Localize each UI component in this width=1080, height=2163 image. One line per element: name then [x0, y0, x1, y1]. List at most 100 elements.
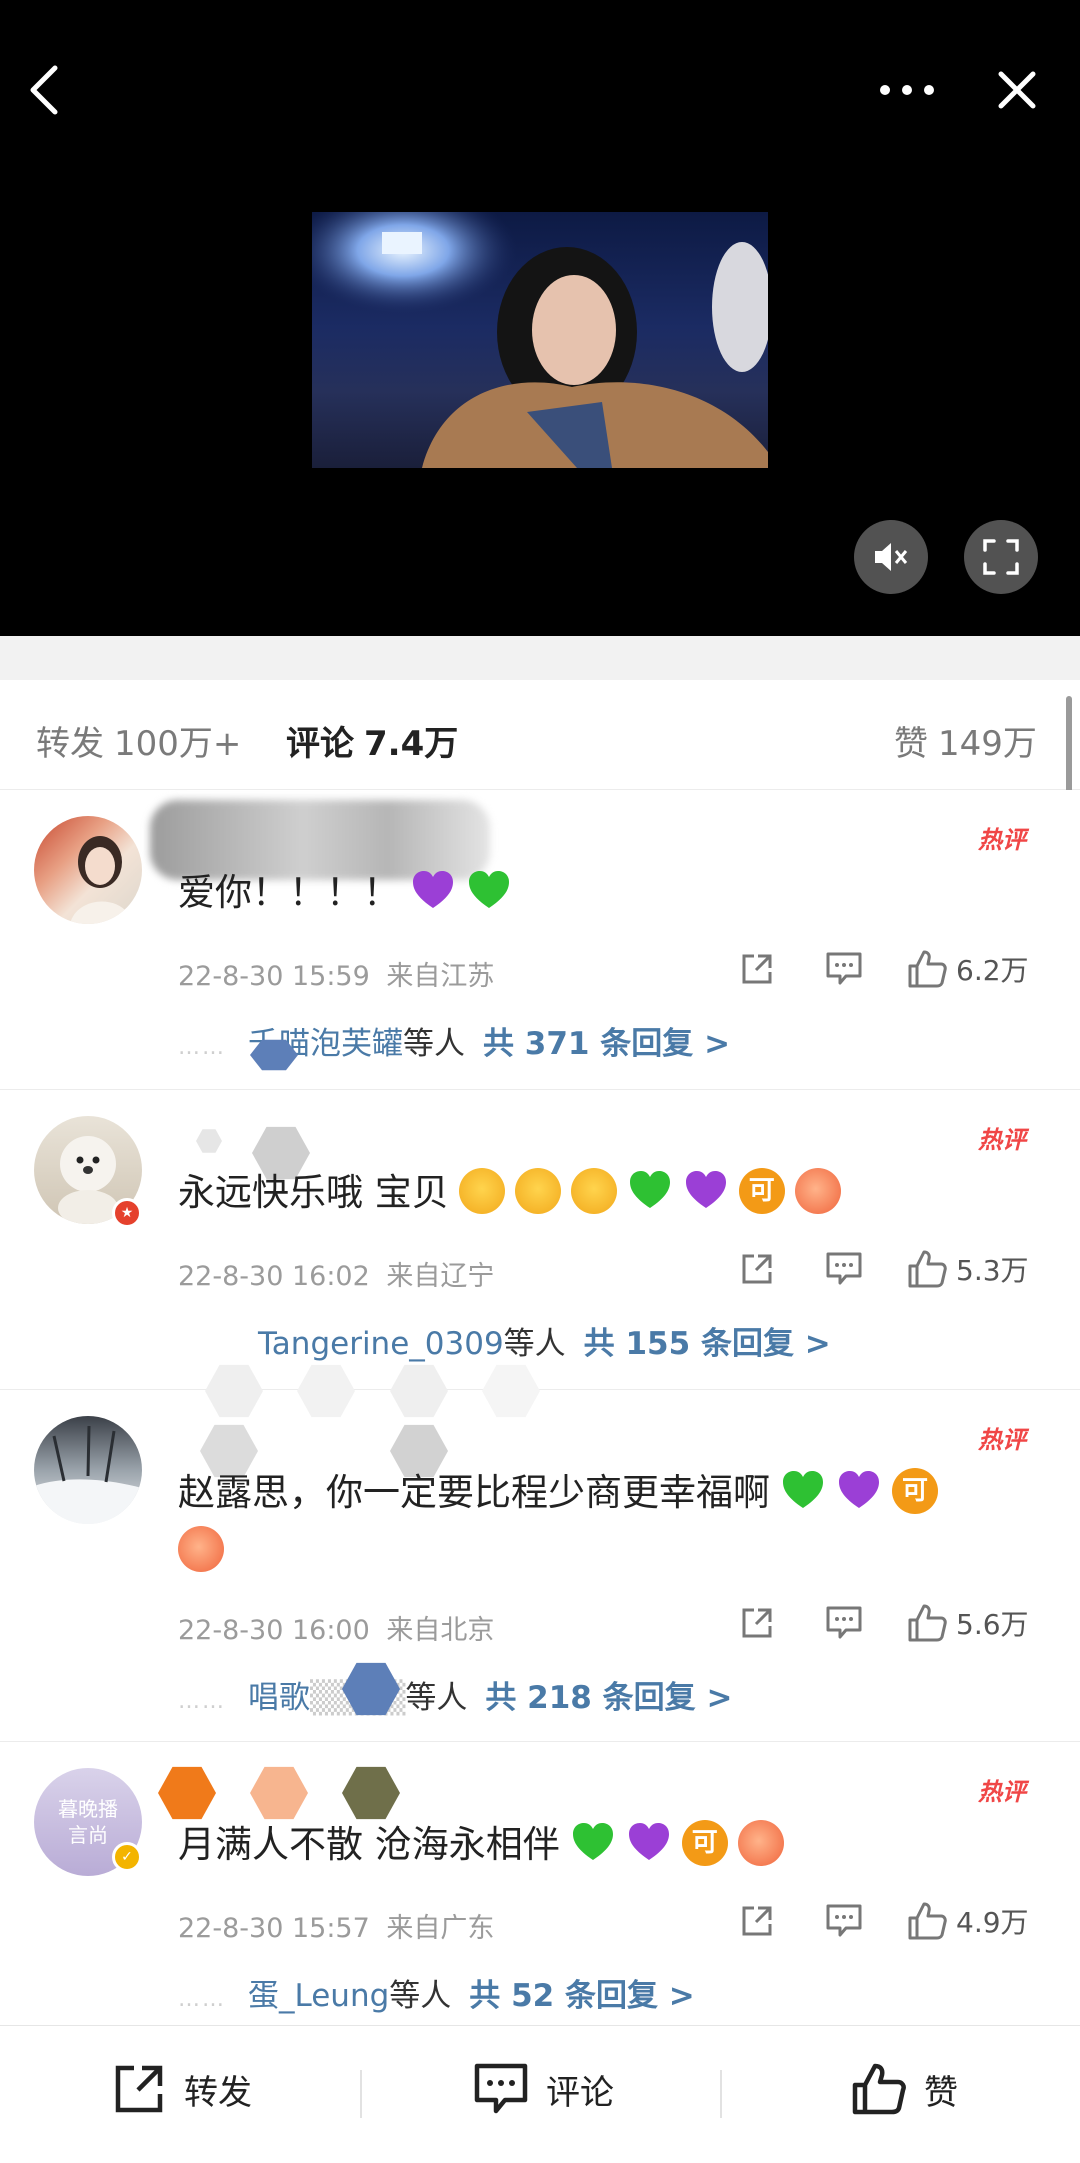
comment-item: 热评 爱你！！！！ 22-8-30 15:59 来自江苏 6.2万 …… 千喵泡芙…: [0, 790, 1080, 1090]
avatar[interactable]: [34, 1416, 142, 1524]
purple-heart-emoji: [628, 1822, 669, 1860]
like-button[interactable]: 5.3万: [906, 1248, 1029, 1290]
avatar-text: 暮晚播 言尚: [58, 1797, 118, 1847]
green-heart-emoji: [783, 1470, 823, 1508]
comment-text-body: 爱你！！！！: [178, 871, 400, 914]
share-icon: [115, 2065, 163, 2113]
like-button[interactable]: 4.9万: [906, 1900, 1029, 1942]
mute-icon: [875, 543, 908, 571]
comment-text-body: 永远快乐哦 宝贝: [178, 1171, 449, 1214]
share-icon: [742, 954, 772, 984]
comment-item: 暮晚播 言尚 ✓ 热评 月满人不散 沧海永相伴 可 22-8-30 15:57 来…: [0, 1742, 1080, 2025]
more-button[interactable]: [872, 55, 942, 125]
reply-summary[interactable]: Tangerine_0309等人共 155 条回复 >: [258, 1318, 831, 1363]
purple-heart-emoji: [685, 1170, 726, 1208]
reply-button[interactable]: [824, 1604, 864, 1642]
comment-text-body: 月满人不散 沧海永相伴: [178, 1823, 560, 1866]
user-badge: ★: [112, 1198, 142, 1228]
thumbs-up-icon: [852, 2063, 906, 2115]
repost-button[interactable]: 转发: [110, 2060, 252, 2118]
divider: [360, 2070, 362, 2118]
fullscreen-icon: [983, 539, 1019, 575]
reply-mid: 等人: [405, 1680, 468, 1716]
reply-user: Tangerine_0309: [258, 1326, 504, 1362]
close-button[interactable]: [982, 55, 1052, 125]
comment-button[interactable]: 评论: [472, 2060, 614, 2118]
like-count: 4.9万: [956, 1906, 1029, 1939]
share-button[interactable]: [738, 1250, 776, 1288]
comment-text-body: 赵露思，你一定要比程少商更幸福啊: [178, 1471, 770, 1514]
peach-emoji: [178, 1525, 224, 1572]
comment-item: ★ 热评 永远快乐哦 宝贝 可 22-8-30 16:02 来自辽宁 5.3万 T…: [0, 1090, 1080, 1390]
mosaic-redaction: [342, 1766, 400, 1820]
reply-total: 共 52 条回复 >: [469, 1978, 695, 2014]
reply-mid: 等人: [503, 1326, 566, 1362]
comment-item: 热评 赵露思，你一定要比程少商更幸福啊可 22-8-30 16:00 来自北京 …: [0, 1390, 1080, 1742]
purple-heart-emoji: [839, 1470, 879, 1508]
like-button[interactable]: 赞: [850, 2060, 958, 2118]
hot-comment-tag: 热评: [978, 826, 1026, 854]
comment-text: 永远快乐哦 宝贝 可: [178, 1164, 1038, 1222]
verified-badge: ✓: [112, 1842, 142, 1872]
purple-heart-emoji: [413, 870, 453, 908]
comment-text: 月满人不散 沧海永相伴 可: [178, 1816, 1038, 1874]
stats-tabs: 转发 100万+ 评论 7.4万 赞 149万: [0, 680, 1080, 790]
tab-repost-label: 转发: [36, 724, 104, 764]
avatar-image: [70, 836, 134, 924]
reply-button[interactable]: [824, 950, 864, 988]
comment-text: 爱你！！！！: [178, 864, 1038, 922]
avatar-image: [34, 1425, 142, 1524]
mosaic-redaction: [196, 1129, 222, 1153]
thumbs-up-icon: [908, 950, 947, 988]
comment-text: 赵露思，你一定要比程少商更幸福啊 可: [178, 1464, 1038, 1580]
reply-button[interactable]: [824, 1250, 864, 1288]
bottom-action-bar: 转发 评论 赞: [0, 2025, 1080, 2163]
comment-time: 22-8-30 16:02: [178, 1261, 370, 1292]
reply-summary[interactable]: ……唱歌▒▒▒▒等人共 218 条回复 >: [178, 1672, 732, 1717]
like-button[interactable]: 6.2万: [906, 948, 1029, 990]
like-button[interactable]: 5.6万: [906, 1602, 1029, 1644]
like-count: 6.2万: [956, 954, 1029, 987]
thumbs-up-icon: [908, 1250, 947, 1288]
thumbs-up-icon: [908, 1604, 947, 1642]
mosaic-redaction: [250, 1766, 308, 1820]
tab-repost[interactable]: 转发 100万+: [36, 716, 241, 765]
reply-dots: ……: [178, 1035, 226, 1060]
mosaic-redaction: [158, 1766, 216, 1820]
reply-button[interactable]: [824, 1902, 864, 1940]
video-frame[interactable]: [312, 212, 768, 468]
comment-icon: [826, 952, 862, 985]
share-button[interactable]: [738, 1902, 776, 1940]
reply-summary[interactable]: …… 蛋_Leung等人共 52 条回复 >: [178, 1970, 695, 2015]
video-player[interactable]: [0, 0, 1080, 636]
reply-dots: ……: [178, 1987, 226, 2012]
tab-comment-count: 7.4万: [364, 724, 459, 764]
comment-time: 22-8-30 16:00: [178, 1615, 370, 1646]
more-dots-icon: [880, 85, 934, 95]
back-button[interactable]: [10, 55, 80, 125]
reply-user: 唱歌: [248, 1680, 310, 1716]
fullscreen-button[interactable]: [964, 520, 1038, 594]
avatar[interactable]: [34, 816, 142, 924]
green-heart-emoji: [629, 1170, 670, 1208]
tab-comment-label: 评论: [286, 724, 354, 764]
share-button[interactable]: [738, 1604, 776, 1642]
like-label: 赞: [924, 2072, 958, 2113]
divider: [720, 2070, 722, 2118]
comment-time: 22-8-30 15:59: [178, 961, 370, 992]
reply-total: 共 371 条回复 >: [483, 1026, 731, 1062]
comment-time: 22-8-30 15:57: [178, 1913, 370, 1944]
comment-icon: [826, 1606, 862, 1639]
mute-button[interactable]: [854, 520, 928, 594]
reply-mid: 等人: [389, 1978, 452, 2014]
comment-meta: 22-8-30 15:57 来自广东: [178, 1906, 494, 1945]
share-icon: [742, 1906, 772, 1936]
hot-comment-tag: 热评: [978, 1126, 1026, 1154]
like-count: 5.3万: [956, 1254, 1029, 1287]
reply-user: 蛋_Leung: [248, 1978, 390, 2014]
like-count: 5.6万: [956, 1608, 1029, 1641]
share-button[interactable]: [738, 950, 776, 988]
tab-like[interactable]: 赞 149万: [894, 716, 1037, 765]
tab-comment[interactable]: 评论 7.4万: [286, 716, 458, 765]
comment-icon: [474, 2063, 528, 2114]
